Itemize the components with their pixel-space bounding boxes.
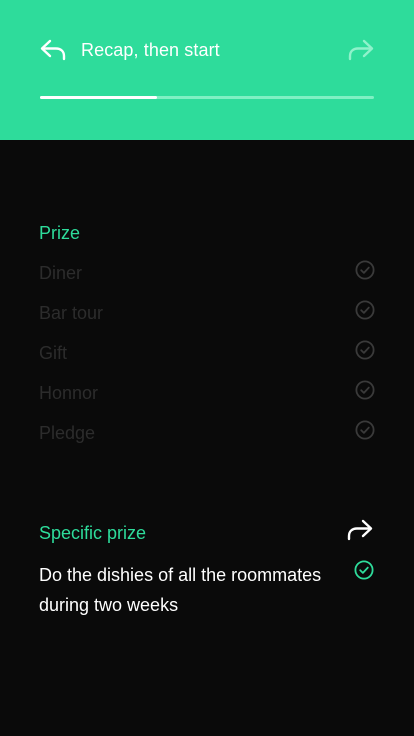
check-circle-icon: [355, 300, 375, 320]
prize-option-item[interactable]: Honnor: [39, 373, 375, 413]
prize-section-title: Prize: [39, 223, 81, 243]
check-circle-icon: [354, 560, 374, 580]
specific-prize-check-button[interactable]: [354, 560, 374, 580]
prize-option-label: Pledge: [39, 423, 96, 443]
prize-option-item[interactable]: Gift: [39, 333, 375, 373]
specific-prize-edit-button[interactable]: [346, 518, 374, 544]
forward-arrow-icon: [347, 519, 373, 541]
page-title: Recap, then start: [81, 40, 220, 60]
check-circle-icon: [355, 420, 375, 440]
progress-bar-fill: [40, 96, 157, 99]
check-circle-icon: [355, 260, 375, 280]
forward-arrow-icon: [348, 39, 374, 61]
prize-option-label: Gift: [39, 343, 68, 363]
back-button[interactable]: [38, 36, 68, 64]
progress-bar: [40, 96, 374, 99]
reply-arrow-icon: [40, 39, 66, 61]
header-bar: Recap, then start: [0, 0, 414, 140]
prize-option-label: Diner: [39, 263, 83, 283]
specific-prize-text: Do the dishies of all the roommates duri…: [39, 565, 322, 615]
specific-prize-title: Specific prize: [39, 523, 147, 543]
prize-option-item[interactable]: Bar tour: [39, 293, 375, 333]
prize-list: Diner Bar tour Gift Honnor Pledge: [39, 253, 375, 453]
prize-option-item[interactable]: Pledge: [39, 413, 375, 453]
prize-option-label: Honnor: [39, 383, 99, 403]
prize-option-label: Bar tour: [39, 303, 104, 323]
next-button[interactable]: [346, 36, 376, 64]
prize-option-item[interactable]: Diner: [39, 253, 375, 293]
check-circle-icon: [355, 380, 375, 400]
check-circle-icon: [355, 340, 375, 360]
